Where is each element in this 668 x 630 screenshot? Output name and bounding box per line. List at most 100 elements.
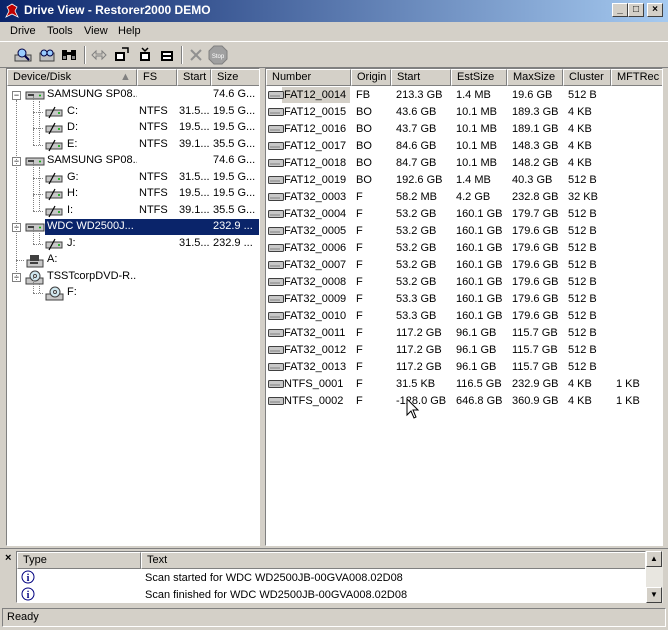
- table-row[interactable]: FAT12_0014 FB 213.3 GB 1.4 MB 19.6 GB 512 B: [266, 87, 662, 104]
- tree-node-label: J:: [67, 236, 76, 249]
- log-list[interactable]: Type Text i Scan started for WDC WD2500JB…: [16, 551, 646, 603]
- col-number[interactable]: Number: [266, 69, 351, 86]
- partition-icon: [268, 209, 284, 222]
- tree-node[interactable]: H: NTFS 19.5... 19.5 G...: [7, 178, 259, 203]
- table-row[interactable]: FAT32_0013 F 117.2 GB 96.1 GB 115.7 GB 512 B: [266, 359, 662, 376]
- table-row[interactable]: FAT12_0015 BO 43.6 GB 10.1 MB 189.3 GB 4 KB: [266, 104, 662, 121]
- tree-node[interactable]: D: NTFS 19.5... 19.5 G...: [7, 112, 259, 137]
- partition-start: 84.7 GB: [396, 157, 437, 169]
- scan-button[interactable]: [12, 45, 34, 65]
- toolbar-separator: [84, 46, 86, 64]
- partition-origin: F: [356, 395, 363, 407]
- stop-icon: Stop: [208, 45, 228, 65]
- col-fs[interactable]: FS: [137, 69, 177, 86]
- table-row[interactable]: FAT12_0016 BO 43.7 GB 10.1 MB 189.1 GB 4 KB: [266, 121, 662, 138]
- close-button[interactable]: ×: [647, 3, 663, 17]
- minimize-button[interactable]: _: [612, 3, 628, 17]
- tree-node[interactable]: J: 31.5... 232.9 ...: [7, 227, 259, 253]
- table-row[interactable]: FAT32_0004 F 53.2 GB 160.1 GB 179.7 GB 512 B: [266, 206, 662, 223]
- scroll-up-button[interactable]: ▲: [646, 551, 662, 567]
- table-row[interactable]: FAT12_0018 BO 84.7 GB 10.1 MB 148.2 GB 4 KB: [266, 155, 662, 172]
- swap-button[interactable]: [88, 45, 110, 65]
- tree-node-label: H:: [67, 187, 78, 199]
- title-bar[interactable]: Drive View - Restorer2000 DEMO _ □ ×: [0, 0, 668, 22]
- partition-cluster: 4 KB: [568, 123, 592, 135]
- tree-line: [33, 128, 34, 145]
- menu-tools[interactable]: Tools: [47, 25, 73, 37]
- tree-node[interactable]: G: NTFS 31.5... 19.5 G...: [7, 161, 259, 187]
- hard-drive-icon: [25, 88, 45, 105]
- table-row[interactable]: FAT32_0009 F 53.3 GB 160.1 GB 179.6 GB 512 B: [266, 291, 662, 308]
- tree-node-fs: NTFS: [139, 137, 168, 150]
- col-size[interactable]: Size: [211, 69, 259, 86]
- table-row[interactable]: FAT32_0005 F 53.2 GB 160.1 GB 179.6 GB 512 B: [266, 223, 662, 240]
- col-start[interactable]: Start: [391, 69, 451, 86]
- tree-line: [33, 161, 34, 178]
- tree-node-fs: NTFS: [139, 121, 168, 133]
- col-type[interactable]: Type: [17, 552, 141, 569]
- log-scrollbar[interactable]: ▲ ▼: [646, 551, 663, 603]
- log-close-icon[interactable]: ×: [5, 552, 11, 564]
- table-row[interactable]: NTFS_0001 F 31.5 KB 116.5 GB 232.9 GB 4 KB 1 K…: [266, 376, 662, 393]
- log-row[interactable]: i Scan finished for WDC WD2500JB-00GVA008…: [17, 587, 645, 602]
- tree-node[interactable]: − WDC WD2500J... 232.9 ...: [7, 219, 259, 236]
- tree-node-size: 35.5 G...: [213, 203, 256, 216]
- tree-line: [33, 177, 43, 179]
- col-text[interactable]: Text: [141, 552, 645, 569]
- partition-origin: F: [356, 293, 363, 305]
- table-row[interactable]: FAT12_0019 BO 192.6 GB 1.4 MB 40.3 GB 512 B: [266, 172, 662, 189]
- partition-icon: [45, 105, 65, 122]
- table-row[interactable]: FAT32_0008 F 53.2 GB 160.1 GB 179.6 GB 512 B: [266, 274, 662, 291]
- col-estsize[interactable]: EstSize: [451, 69, 507, 86]
- partition-maxsize: 232.9 GB: [512, 378, 559, 390]
- log-row[interactable]: i Scan started for WDC WD2500JB-00GVA008.…: [17, 570, 645, 587]
- partition-number: NTFS_0001: [284, 378, 344, 390]
- delete-button[interactable]: [185, 45, 207, 65]
- partition-estsize: 160.1 GB: [456, 293, 503, 305]
- save-all-icon: [161, 51, 173, 61]
- tree-node[interactable]: C: NTFS 31.5... 19.5 G...: [7, 95, 259, 122]
- scroll-down-button[interactable]: ▼: [646, 587, 662, 603]
- tree-node[interactable]: − TSSTcorpDVD-R...: [7, 269, 259, 286]
- save-button[interactable]: [134, 45, 156, 65]
- save-all-button[interactable]: [156, 45, 178, 65]
- open-button[interactable]: [36, 45, 58, 65]
- partition-list-pane[interactable]: Number Origin Start EstSize MaxSize Clus…: [265, 68, 663, 546]
- export-button[interactable]: [110, 45, 132, 65]
- scan-icon: [14, 48, 32, 62]
- col-cluster[interactable]: Cluster: [563, 69, 611, 86]
- tree-node[interactable]: − SAMSUNG SP08... 74.6 G...: [7, 153, 259, 170]
- table-row[interactable]: FAT32_0007 F 53.2 GB 160.1 GB 179.6 GB 512 B: [266, 257, 662, 274]
- partition-maxsize: 115.7 GB: [512, 327, 558, 339]
- table-row[interactable]: FAT32_0010 F 53.3 GB 160.1 GB 179.6 GB 512 B: [266, 308, 662, 325]
- menu-drive[interactable]: Drive: [10, 25, 36, 37]
- partition-origin: F: [356, 191, 363, 203]
- device-tree-pane[interactable]: Device/Disk ▲ FS Start Size − SAMSUNG SP08…: [6, 68, 260, 546]
- tree-node[interactable]: F:: [7, 277, 259, 302]
- table-row[interactable]: FAT12_0017 BO 84.6 GB 10.1 MB 148.3 GB 4 KB: [266, 138, 662, 155]
- partition-estsize: 160.1 GB: [456, 208, 503, 220]
- find-button[interactable]: [58, 45, 80, 65]
- col-device-disk[interactable]: Device/Disk ▲: [7, 69, 137, 86]
- tree-node[interactable]: − SAMSUNG SP08... 74.6 G...: [7, 87, 259, 105]
- menu-view[interactable]: View: [84, 25, 108, 37]
- table-row[interactable]: FAT32_0011 F 117.2 GB 96.1 GB 115.7 GB 512 B: [266, 325, 662, 342]
- log-text: Scan finished for WDC WD2500JB-00GVA008.…: [145, 589, 408, 601]
- collapse-toggle-icon[interactable]: −: [12, 91, 21, 100]
- stop-button[interactable]: Stop: [207, 45, 229, 65]
- table-row[interactable]: FAT32_0012 F 117.2 GB 96.1 GB 115.7 GB 512 B: [266, 342, 662, 359]
- tree-node[interactable]: A:: [7, 252, 259, 269]
- col-mftrec[interactable]: MFTRec: [611, 69, 662, 86]
- tree-node-start: 19.5...: [179, 187, 210, 199]
- col-origin[interactable]: Origin: [351, 69, 391, 86]
- col-start[interactable]: Start: [177, 69, 211, 86]
- table-row[interactable]: FAT32_0006 F 53.2 GB 160.1 GB 179.6 GB 512 B: [266, 240, 662, 257]
- tree-node[interactable]: I: NTFS 39.1... 35.5 G...: [7, 194, 259, 220]
- col-maxsize[interactable]: MaxSize: [507, 69, 563, 86]
- maximize-button[interactable]: □: [628, 3, 644, 17]
- menu-help[interactable]: Help: [118, 25, 141, 37]
- tree-node[interactable]: E: NTFS 39.1... 35.5 G...: [7, 128, 259, 154]
- table-row[interactable]: NTFS_0002 F -128.0 GB 646.8 GB 360.9 GB 4 KB 1…: [266, 393, 662, 410]
- partition-origin: F: [356, 259, 363, 271]
- table-row[interactable]: FAT32_0003 F 58.2 MB 4.2 GB 232.8 GB 32 KB: [266, 189, 662, 206]
